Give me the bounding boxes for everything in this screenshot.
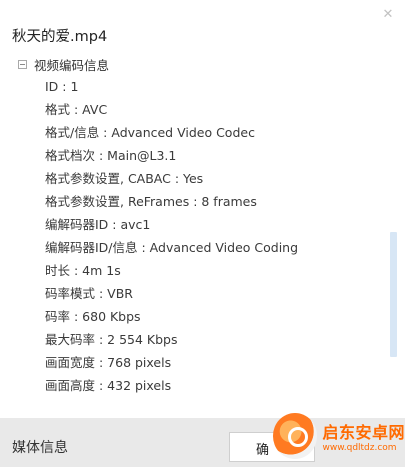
scrollbar-thumb[interactable] [390, 232, 397, 357]
media-info-dialog: 秋天的爱.mp4 ✕ 视频编码信息 ID : 1 格式 : AVC 格式/信息 … [0, 0, 405, 467]
info-row: 最大码率 : 2 554 Kbps [45, 332, 178, 347]
info-row: 码率 : 680 Kbps [45, 309, 141, 324]
info-list: ID : 1 格式 : AVC 格式/信息 : Advanced Video C… [45, 75, 298, 397]
footer-title: 媒体信息 [12, 440, 68, 456]
title-bar: 秋天的爱.mp4 ✕ [0, 0, 405, 45]
info-row: 时长 : 4m 1s [45, 263, 121, 278]
info-row: 格式参数设置, CABAC : Yes [45, 171, 204, 186]
info-row: 格式参数设置, ReFrames : 8 frames [45, 194, 257, 209]
info-row: 码率模式 : VBR [45, 286, 133, 301]
info-row: 画面高度 : 432 pixels [45, 378, 172, 393]
section-header-video-codec[interactable]: 视频编码信息 [18, 55, 109, 73]
info-row: 格式 : AVC [45, 102, 108, 117]
info-row: 格式档次 : Main@L3.1 [45, 148, 177, 163]
footer-bar: 媒体信息 确 [0, 418, 405, 467]
info-row: 格式/信息 : Advanced Video Codec [45, 125, 255, 140]
window-title: 秋天的爱.mp4 [12, 29, 108, 45]
info-row: 编解码器ID : avc1 [45, 217, 151, 232]
info-row: 画面宽度 : 768 pixels [45, 355, 172, 370]
close-icon[interactable]: ✕ [379, 6, 397, 24]
info-content: 视频编码信息 ID : 1 格式 : AVC 格式/信息 : Advanced … [0, 44, 405, 418]
ok-button[interactable]: 确 [229, 432, 315, 462]
section-label: 视频编码信息 [34, 57, 110, 73]
info-row: ID : 1 [45, 79, 79, 94]
info-row: 编解码器ID/信息 : Advanced Video Coding [45, 240, 299, 255]
collapse-icon[interactable] [18, 59, 27, 69]
